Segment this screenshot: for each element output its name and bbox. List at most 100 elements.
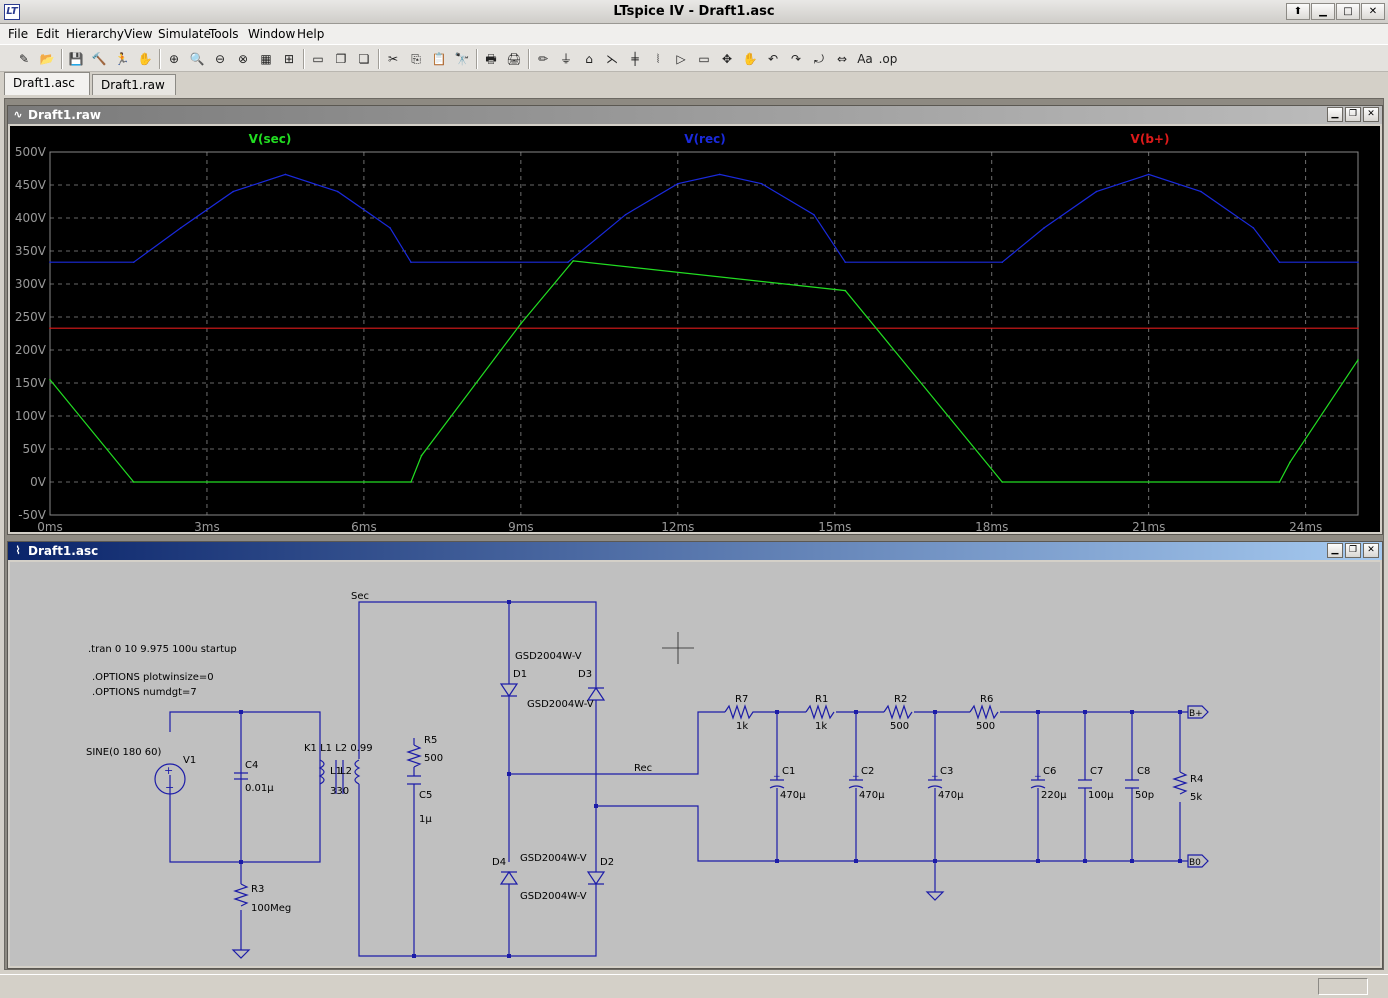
net-label-sec[interactable]: Sec [351,591,369,602]
r3-value[interactable]: 100Meg [251,903,291,914]
r3-symbol[interactable] [233,883,249,907]
maximize-button[interactable]: □ [1336,3,1360,20]
d4-ref[interactable]: D4 [492,857,506,868]
waveform-window[interactable]: ∿ Draft1.raw ▁ ❐ ✕ 0ms 3ms 6ms 9ms 12ms 15ms 1… [7,105,1383,535]
print-setup-icon[interactable]: 🖶 [481,49,501,69]
cascade-icon[interactable]: ❐ [331,49,351,69]
close-all-icon[interactable]: ❏ [354,49,374,69]
wire-sec-net[interactable] [358,601,597,759]
r7-ref[interactable]: R7 [735,694,748,705]
coupling-directive[interactable]: K1 L1 L2 0.99 [304,743,373,754]
r6-symbol[interactable] [969,704,999,720]
copy-icon[interactable]: ⎘ [406,49,426,69]
zoom-out-icon[interactable]: ⊖ [210,49,230,69]
menu-file[interactable]: File [8,27,28,41]
ground-icon[interactable]: ⏚ [556,49,576,69]
c3-ref[interactable]: C3 [940,766,953,777]
trace-label-v-rec-[interactable]: V(rec) [684,132,725,146]
waveform-restore-button[interactable]: ❐ [1345,107,1361,122]
trace-label-v-sec-[interactable]: V(sec) [249,132,292,146]
inductor-l2-symbol[interactable] [354,759,361,785]
wire-source-loop[interactable] [169,711,242,863]
autorange-icon[interactable]: ▦ [256,49,276,69]
redo-icon[interactable]: ↷ [786,49,806,69]
r3-ref[interactable]: R3 [251,884,264,895]
v1-ref[interactable]: V1 [183,755,196,766]
r2-ref[interactable]: R2 [894,694,907,705]
v1-value[interactable]: SINE(0 180 60) [86,747,162,758]
ground-icon[interactable] [925,891,945,901]
r5-ref[interactable]: R5 [424,735,437,746]
d1-symbol[interactable] [499,683,519,698]
net-label-rec[interactable]: Rec [634,763,652,774]
run-icon[interactable]: 🏃 [112,49,132,69]
label-net-icon[interactable]: ⌂ [579,49,599,69]
c2-ref[interactable]: C2 [861,766,874,777]
drag-icon[interactable]: ✋ [740,49,760,69]
spice-directive-icon[interactable]: .op [878,49,898,69]
c7-ref[interactable]: C7 [1090,766,1103,777]
waveform-close-button[interactable]: ✕ [1363,107,1379,122]
control-panel-icon[interactable]: 🔨 [89,49,109,69]
menu-help[interactable]: Help [297,27,324,41]
inductor-icon[interactable]: ⦚ [648,49,668,69]
c1-ref[interactable]: C1 [782,766,795,777]
close-button[interactable]: ✕ [1361,3,1385,20]
l2-ref[interactable]: L2 [340,766,352,777]
zoom-fit-icon[interactable]: ⊗ [233,49,253,69]
c6-value[interactable]: 220µ [1041,790,1067,801]
minimize-button[interactable]: ▁ [1311,3,1335,20]
zoom-in-icon[interactable]: ⊕ [164,49,184,69]
trace-label-v-b-[interactable]: V(b+) [1131,132,1170,146]
tile-horizontal-icon[interactable]: ▭ [308,49,328,69]
cut-icon[interactable]: ✂ [383,49,403,69]
menu-edit[interactable]: Edit [36,27,59,41]
net-label-bzero[interactable]: B0 [1189,858,1201,868]
spice-directive-numdgt[interactable]: .OPTIONS numdgt=7 [92,687,197,698]
schematic-restore-button[interactable]: ❐ [1345,543,1361,558]
r7-symbol[interactable] [724,704,757,720]
capacitor-icon[interactable]: ╪ [625,49,645,69]
resistor-icon[interactable]: ⋋ [602,49,622,69]
r1-ref[interactable]: R1 [815,694,828,705]
spice-directive-plotwinsize[interactable]: .OPTIONS plotwinsize=0 [92,672,214,683]
waveform-plot[interactable]: 0ms 3ms 6ms 9ms 12ms 15ms 18ms 21ms 24ms500V450V… [10,126,1380,534]
c3-value[interactable]: 470µ [938,790,964,801]
c2-value[interactable]: 470µ [859,790,885,801]
draw-wire-icon[interactable]: ✏ [533,49,553,69]
c4-value[interactable]: 0.01µ [245,783,274,794]
net-label-bplus[interactable]: B+ [1189,709,1203,719]
menu-window[interactable]: Window [248,27,295,41]
r2-value[interactable]: 500 [890,721,909,732]
schematic-close-button[interactable]: ✕ [1363,543,1379,558]
spice-directive-tran[interactable]: .tran 0 10 9.975 100u startup [88,644,237,655]
waveform-window-caption[interactable]: ∿ Draft1.raw ▁ ❐ ✕ [8,106,1382,124]
r5-symbol[interactable] [406,744,422,768]
menu-simulate[interactable]: Simulate [158,27,211,41]
menu-hierarchy[interactable]: Hierarchy [66,27,124,41]
d4-model[interactable]: GSD2004W-V [520,853,587,864]
c4-ref[interactable]: C4 [245,760,258,771]
r4-symbol[interactable] [1172,771,1188,795]
mirror-icon[interactable]: ⇔ [832,49,852,69]
d1-ref[interactable]: D1 [513,669,527,680]
r4-ref[interactable]: R4 [1190,774,1203,785]
rotate-icon[interactable]: ⤾ [809,49,829,69]
d1-model[interactable]: GSD2004W-V [515,651,582,662]
waveform-plot-pane[interactable]: 0ms 3ms 6ms 9ms 12ms 15ms 18ms 21ms 24ms 500V 450V… [10,126,1380,534]
c5-ref[interactable]: C5 [419,790,432,801]
tab-draft1-asc[interactable]: Draft1.asc [4,72,90,95]
open-icon[interactable]: 📂 [37,49,57,69]
r1-value[interactable]: 1k [815,721,827,732]
d2-symbol[interactable] [586,871,606,886]
zoom-pan-icon[interactable]: 🔍 [187,49,207,69]
d3-model[interactable]: GSD2004W-V [527,699,594,710]
wire-rec-net[interactable] [509,711,725,775]
context-help-button[interactable]: ⬆ [1286,3,1310,20]
waveform-minimize-button[interactable]: ▁ [1327,107,1343,122]
menu-tools[interactable]: Tools [209,27,239,41]
text-icon[interactable]: Aa [855,49,875,69]
c8-value[interactable]: 50p [1135,790,1154,801]
schematic-window[interactable]: ⌇ Draft1.asc ▁ ❐ ✕ + − .tran 0 10 9.975 … [7,541,1383,969]
d3-ref[interactable]: D3 [578,669,592,680]
